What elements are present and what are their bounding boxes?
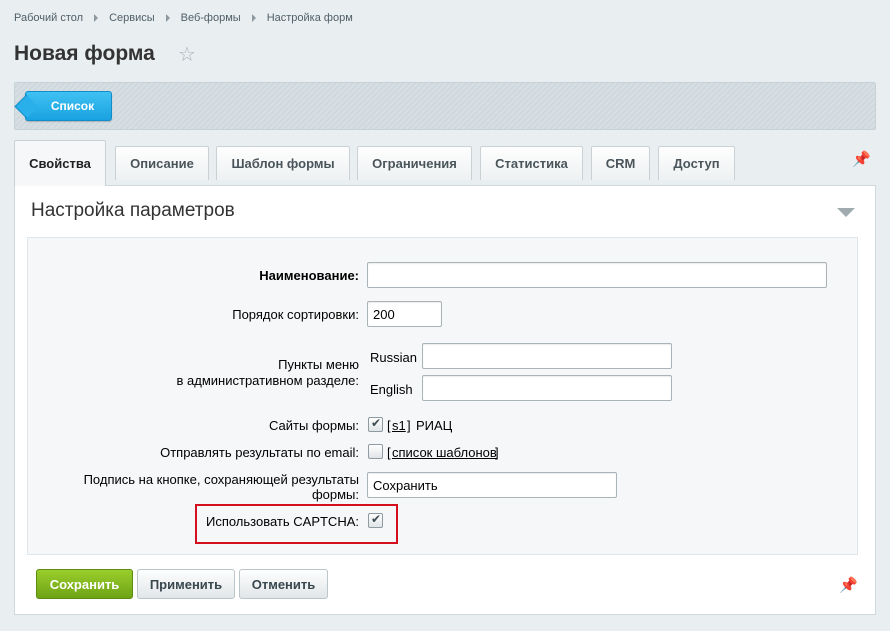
- menu-label-line1: Пункты меню: [278, 357, 359, 372]
- sites-checkbox[interactable]: ✔: [368, 416, 383, 432]
- apply-button[interactable]: Применить: [137, 569, 235, 599]
- breadcrumb-item-services[interactable]: Сервисы: [109, 12, 155, 24]
- settings-panel: Настройка параметров Наименование: Поряд…: [14, 185, 876, 615]
- collapse-arrow-icon[interactable]: [837, 208, 855, 217]
- tab-crm[interactable]: CRM: [591, 146, 650, 180]
- page-title: Новая форма: [14, 42, 155, 65]
- button-caption-input[interactable]: [367, 472, 617, 498]
- breadcrumb: Рабочий стол Сервисы Веб-формы Настройка…: [14, 12, 353, 24]
- templates-bracket-open: [: [387, 445, 391, 460]
- check-icon: ✔: [371, 416, 382, 430]
- star-icon[interactable]: ☆: [178, 45, 196, 65]
- button-caption-label-line1: Подпись на кнопке, сохраняющей результат…: [83, 472, 359, 487]
- breadcrumb-item-form-settings[interactable]: Настройка форм: [267, 12, 353, 24]
- lang-russian-label: Russian: [370, 350, 417, 365]
- chevron-right-icon: [165, 14, 170, 22]
- tab-bar: Свойства Описание Шаблон формы Ограничен…: [14, 140, 876, 186]
- name-input[interactable]: [367, 262, 827, 288]
- menu-label-line2: в административном разделе:: [176, 373, 359, 388]
- templates-bracket-close: ]: [495, 445, 499, 460]
- sort-input[interactable]: [367, 301, 442, 327]
- tab-restrictions[interactable]: Ограничения: [357, 146, 472, 180]
- tab-properties[interactable]: Свойства: [14, 140, 106, 186]
- pin-icon[interactable]: 📌: [839, 576, 858, 594]
- breadcrumb-item-desktop[interactable]: Рабочий стол: [14, 12, 83, 24]
- breadcrumb-item-webforms[interactable]: Веб-формы: [181, 12, 241, 24]
- button-caption-label-line2: формы:: [311, 487, 359, 502]
- site-bracket-open: [: [387, 418, 391, 433]
- list-button[interactable]: Список: [25, 91, 112, 121]
- menu-russian-input[interactable]: [422, 343, 672, 369]
- cancel-button[interactable]: Отменить: [239, 569, 328, 599]
- menu-english-input[interactable]: [422, 375, 672, 401]
- toolbar: Список: [14, 82, 876, 130]
- sites-label: Сайты формы:: [269, 418, 359, 433]
- tab-statistics[interactable]: Статистика: [480, 146, 583, 180]
- site-bracket-close: ]: [407, 418, 411, 433]
- site-name: РИАЦ: [416, 418, 453, 433]
- sort-label: Порядок сортировки:: [232, 307, 359, 322]
- tab-form-template[interactable]: Шаблон формы: [216, 146, 350, 180]
- email-label: Отправлять результаты по email:: [160, 445, 359, 460]
- save-button[interactable]: Сохранить: [36, 569, 133, 599]
- site-link[interactable]: s1: [392, 418, 406, 433]
- list-button-label: Список: [50, 99, 95, 113]
- templates-link[interactable]: список шаблонов: [392, 445, 497, 460]
- captcha-highlight-box: [195, 504, 398, 544]
- tab-access[interactable]: Доступ: [658, 146, 735, 180]
- chevron-right-icon: [94, 14, 99, 22]
- name-label: Наименование:: [259, 268, 359, 283]
- chevron-right-icon: [251, 14, 256, 22]
- tab-description[interactable]: Описание: [115, 146, 209, 180]
- pin-icon[interactable]: 📌: [852, 150, 871, 168]
- lang-english-label: English: [370, 382, 413, 397]
- email-checkbox[interactable]: [368, 444, 383, 459]
- panel-title: Настройка параметров: [31, 200, 235, 221]
